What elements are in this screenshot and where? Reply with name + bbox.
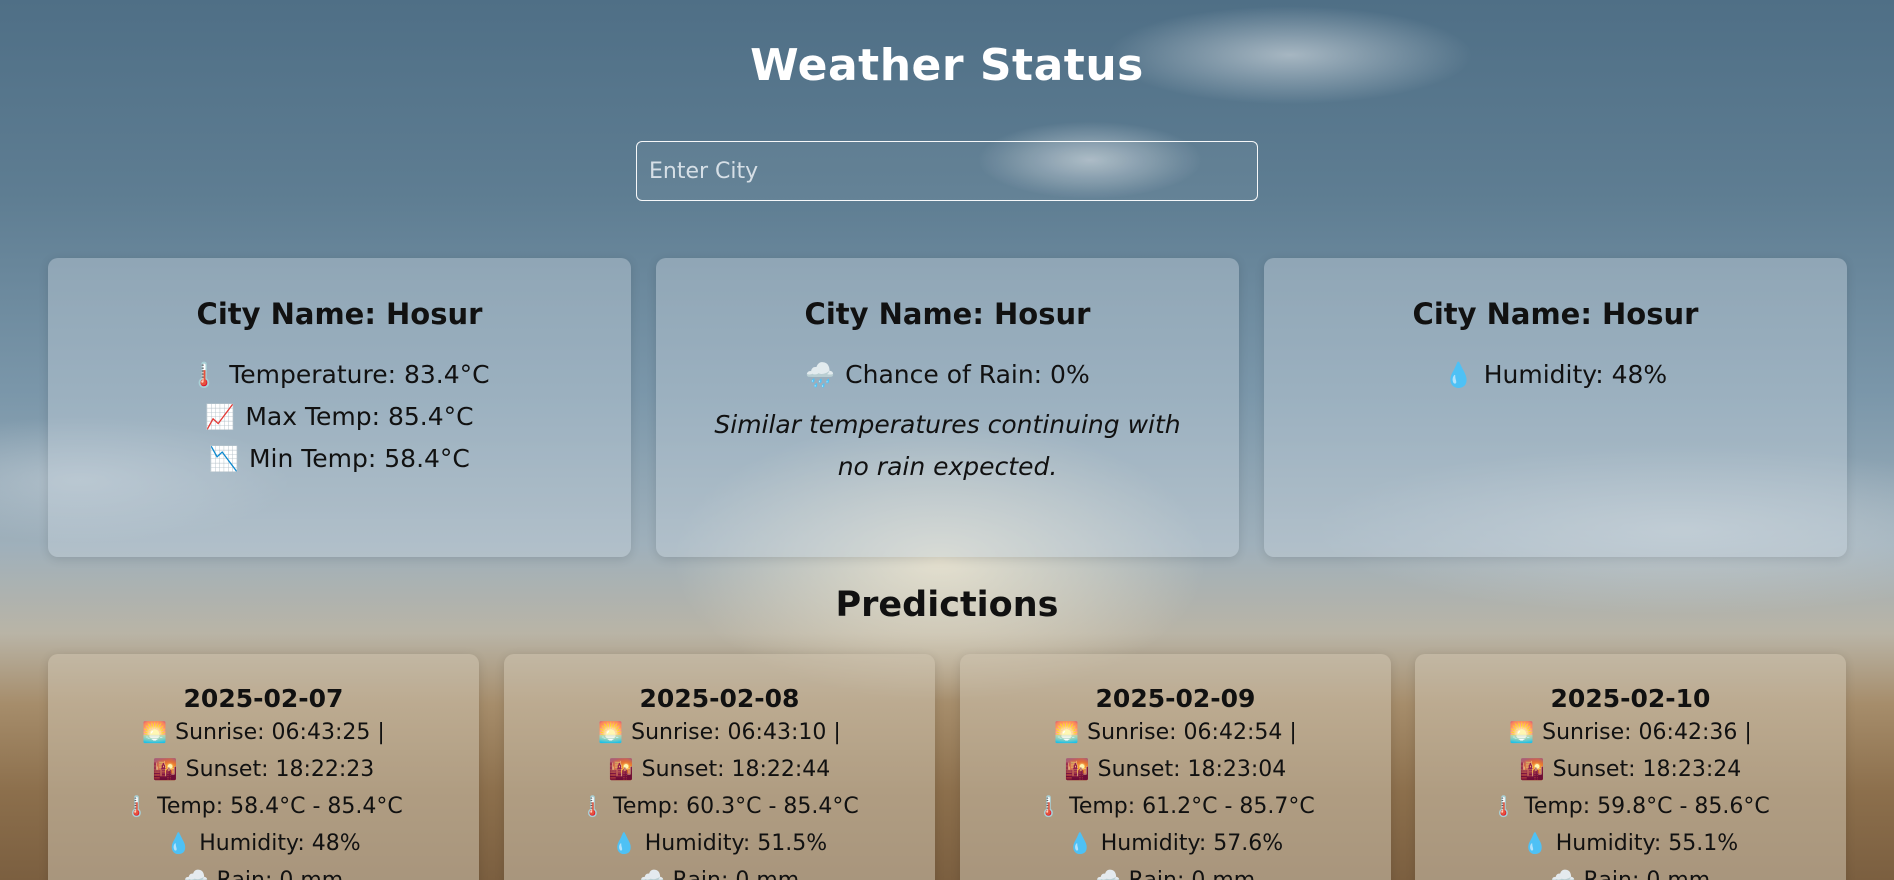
chart-decreasing-icon: 📉 (209, 445, 239, 473)
humidity-value: Humidity: 48% (1483, 360, 1668, 389)
rain-chance-value: Chance of Rain: 0% (845, 360, 1090, 389)
temp-range-line: 🌡️ Temp: 58.4°C - 85.4°C (48, 788, 479, 825)
rain-line: 🌨️ Rain: 0 mm (48, 862, 479, 880)
sunset-line: 🌇 Sunset: 18:22:23 (48, 751, 479, 788)
thermometer-icon: 🌡️ (189, 361, 220, 389)
sunset-line: 🌇 Sunset: 18:23:24 (1415, 751, 1846, 788)
page-title: Weather Status (750, 40, 1144, 91)
rain-card: City Name: Hosur 🌧️ Chance of Rain: 0% Si… (656, 258, 1239, 557)
humidity-value: Humidity: 51.5% (644, 831, 828, 856)
sunrise-value: Sunrise: 06:43:10 | (631, 720, 841, 745)
rain-value: Rain: 0 mm (1584, 868, 1711, 880)
droplet-icon: 💧 (611, 831, 637, 855)
sunrise-icon: 🌅 (142, 720, 168, 744)
sunrise-line: 🌅 Sunrise: 06:43:25 | (48, 714, 479, 751)
thermometer-icon: 🌡️ (580, 794, 606, 818)
max-temp-line: 📈 Max Temp: 85.4°C (48, 396, 631, 438)
rain-chance-line: 🌧️ Chance of Rain: 0% (656, 354, 1239, 396)
min-temp-value: Min Temp: 58.4°C (248, 444, 470, 473)
min-temp-line: 📉 Min Temp: 58.4°C (48, 438, 631, 480)
sunset-value: Sunset: 18:23:04 (1097, 757, 1287, 782)
humidity-card: City Name: Hosur 💧 Humidity: 48% (1264, 258, 1847, 557)
rain-line: 🌨️ Rain: 0 mm (504, 862, 935, 880)
rain-line: 🌨️ Rain: 0 mm (960, 862, 1391, 880)
rain-value: Rain: 0 mm (217, 868, 344, 880)
rain-value: Rain: 0 mm (1129, 868, 1256, 880)
sunset-icon: 🌇 (1519, 757, 1545, 781)
temp-range-value: Temp: 58.4°C - 85.4°C (157, 794, 403, 819)
sunrise-icon: 🌅 (1054, 720, 1080, 744)
droplet-icon: 💧 (1522, 831, 1548, 855)
droplet-icon: 💧 (1443, 361, 1474, 389)
cloud-rain-icon: 🌨️ (639, 868, 665, 880)
predictions-heading: Predictions (835, 585, 1059, 625)
humidity-value: Humidity: 48% (199, 831, 361, 856)
thermometer-icon: 🌡️ (1491, 794, 1517, 818)
sunrise-value: Sunrise: 06:42:54 | (1087, 720, 1297, 745)
temp-range-line: 🌡️ Temp: 61.2°C - 85.7°C (960, 788, 1391, 825)
weather-summary: Similar temperatures continuing with no … (714, 410, 1181, 481)
sunrise-line: 🌅 Sunrise: 06:42:36 | (1415, 714, 1846, 751)
sunset-icon: 🌇 (608, 757, 634, 781)
humidity-line: 💧 Humidity: 55.1% (1415, 825, 1846, 862)
droplet-icon: 💧 (1067, 831, 1093, 855)
prediction-date: 2025-02-10 (1550, 684, 1711, 713)
cloud-rain-icon: 🌨️ (183, 868, 209, 880)
droplet-icon: 💧 (166, 831, 192, 855)
prediction-card: 2025-02-10 🌅 Sunrise: 06:42:36 | 🌇 Sunset:… (1415, 654, 1846, 880)
sunset-value: Sunset: 18:23:24 (1552, 757, 1742, 782)
cloud-rain-icon: 🌨️ (1550, 868, 1576, 880)
prediction-card: 2025-02-07 🌅 Sunrise: 06:43:25 | 🌇 Sunset:… (48, 654, 479, 880)
temp-range-line: 🌡️ Temp: 59.8°C - 85.6°C (1415, 788, 1846, 825)
city-name: City Name: Hosur (1412, 297, 1699, 331)
temp-range-line: 🌡️ Temp: 60.3°C - 85.4°C (504, 788, 935, 825)
humidity-line: 💧 Humidity: 57.6% (960, 825, 1391, 862)
humidity-line: 💧 Humidity: 48% (1264, 354, 1847, 396)
temp-range-value: Temp: 59.8°C - 85.6°C (1524, 794, 1770, 819)
rain-line: 🌨️ Rain: 0 mm (1415, 862, 1846, 880)
sunset-value: Sunset: 18:22:44 (641, 757, 831, 782)
sunrise-icon: 🌅 (598, 720, 624, 744)
rain-cloud-icon: 🌧️ (805, 361, 836, 389)
sunrise-value: Sunrise: 06:42:36 | (1542, 720, 1752, 745)
sunset-value: Sunset: 18:22:23 (185, 757, 375, 782)
temperature-card: City Name: Hosur 🌡️ Temperature: 83.4°C 📈… (48, 258, 631, 557)
prediction-date: 2025-02-08 (639, 684, 800, 713)
humidity-line: 💧 Humidity: 48% (48, 825, 479, 862)
prediction-date: 2025-02-09 (1095, 684, 1256, 713)
city-name: City Name: Hosur (804, 297, 1091, 331)
prediction-card: 2025-02-09 🌅 Sunrise: 06:42:54 | 🌇 Sunset:… (960, 654, 1391, 880)
humidity-line: 💧 Humidity: 51.5% (504, 825, 935, 862)
sunset-icon: 🌇 (152, 757, 178, 781)
temp-range-value: Temp: 60.3°C - 85.4°C (613, 794, 859, 819)
humidity-value: Humidity: 55.1% (1555, 831, 1739, 856)
chart-increasing-icon: 📈 (205, 403, 236, 431)
sunrise-icon: 🌅 (1509, 720, 1535, 744)
max-temp-value: Max Temp: 85.4°C (245, 402, 474, 431)
prediction-card: 2025-02-08 🌅 Sunrise: 06:43:10 | 🌇 Sunset:… (504, 654, 935, 880)
prediction-date: 2025-02-07 (183, 684, 344, 713)
sunrise-value: Sunrise: 06:43:25 | (175, 720, 385, 745)
cloud-rain-icon: 🌨️ (1095, 868, 1121, 880)
city-search-input[interactable] (636, 141, 1258, 201)
thermometer-icon: 🌡️ (1036, 794, 1062, 818)
sunset-icon: 🌇 (1064, 757, 1090, 781)
sunrise-line: 🌅 Sunrise: 06:42:54 | (960, 714, 1391, 751)
sunrise-line: 🌅 Sunrise: 06:43:10 | (504, 714, 935, 751)
sunset-line: 🌇 Sunset: 18:22:44 (504, 751, 935, 788)
temperature-value: Temperature: 83.4°C (229, 360, 490, 389)
sunset-line: 🌇 Sunset: 18:23:04 (960, 751, 1391, 788)
temp-range-value: Temp: 61.2°C - 85.7°C (1069, 794, 1315, 819)
city-name: City Name: Hosur (196, 297, 483, 331)
temperature-line: 🌡️ Temperature: 83.4°C (48, 354, 631, 396)
humidity-value: Humidity: 57.6% (1100, 831, 1284, 856)
rain-value: Rain: 0 mm (673, 868, 800, 880)
thermometer-icon: 🌡️ (124, 794, 150, 818)
weather-app: Weather Status City Name: Hosur 🌡️ Temper… (0, 0, 1894, 880)
